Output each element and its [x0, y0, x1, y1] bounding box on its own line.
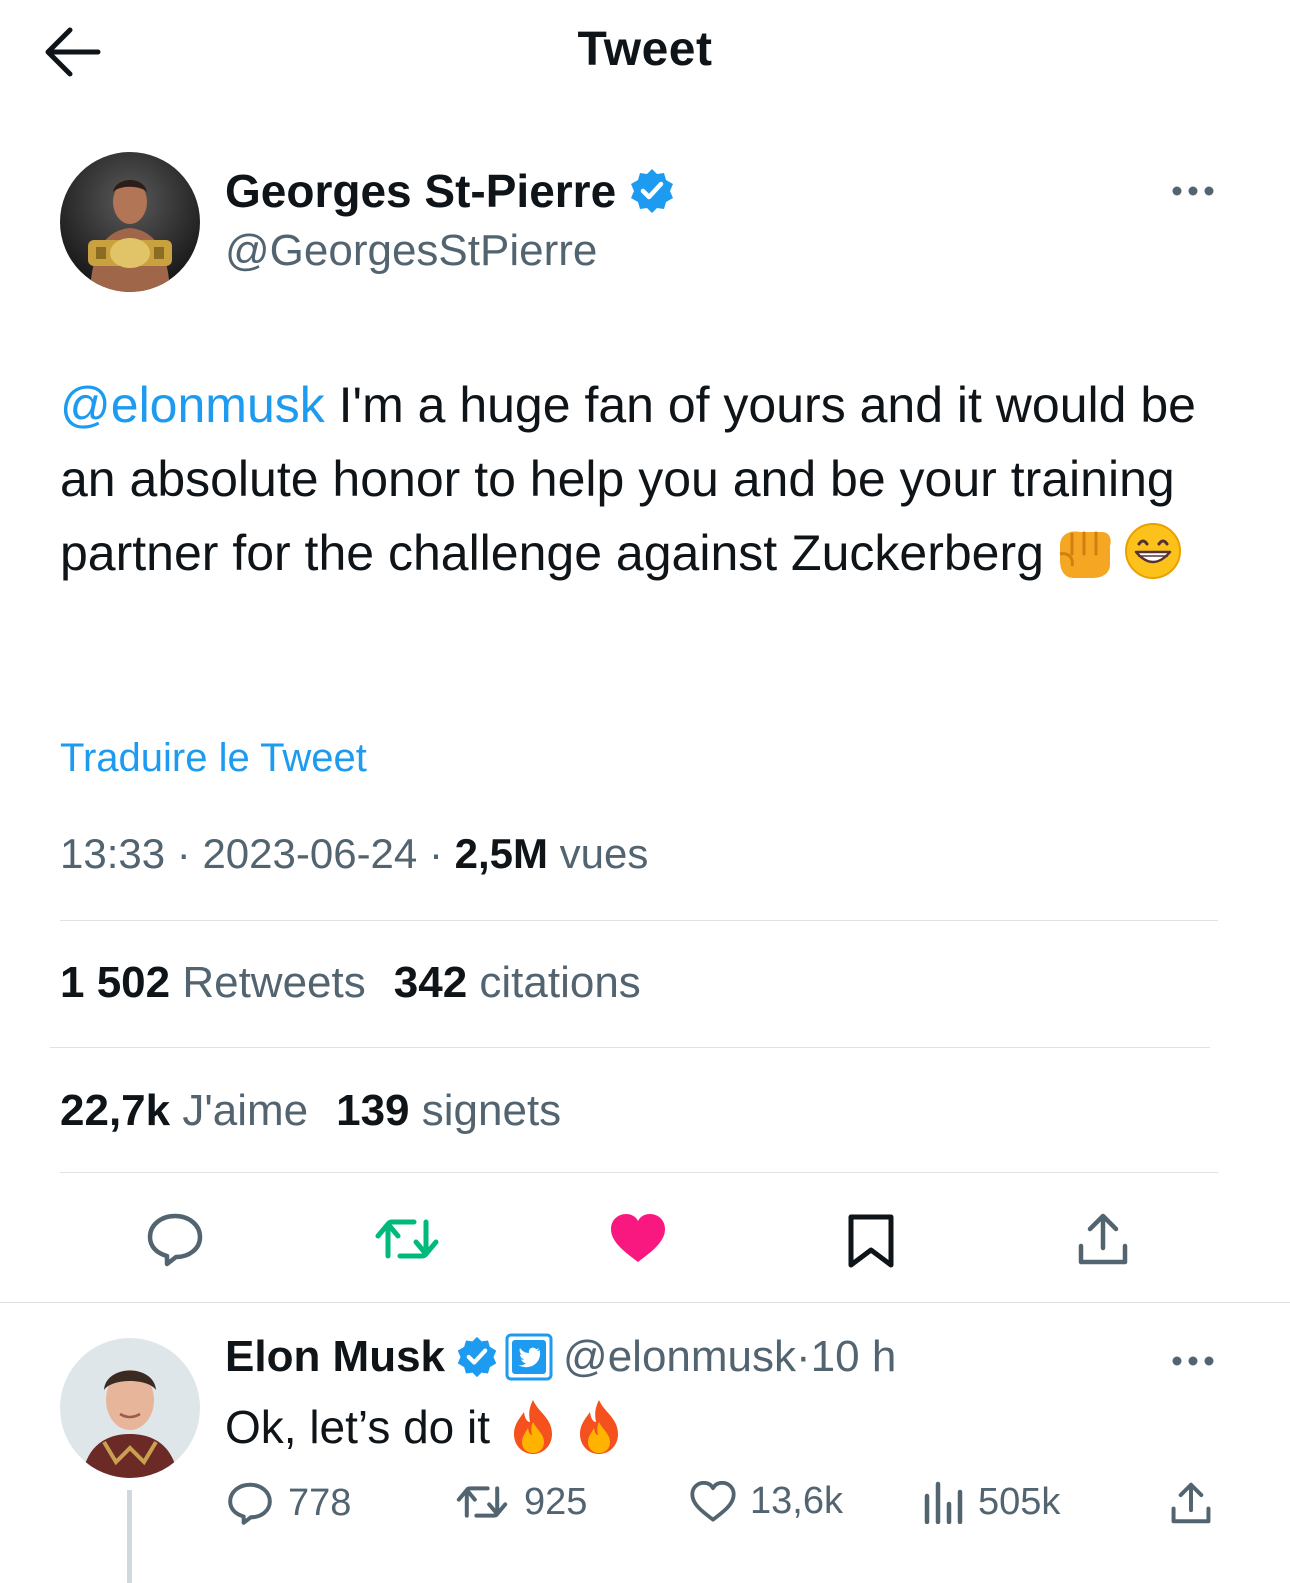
divider	[0, 1302, 1290, 1303]
translate-tweet-link[interactable]: Traduire le Tweet	[60, 736, 367, 781]
author-name: Georges St-Pierre	[225, 165, 617, 217]
reply-button[interactable]	[145, 1210, 205, 1268]
reply-like-button[interactable]: 13,6k	[690, 1480, 843, 1523]
tweet-time: 13:33	[60, 830, 166, 877]
retweets-count: 1 502	[60, 958, 171, 1007]
share-icon	[1171, 1482, 1211, 1524]
meta-separator: ·	[796, 1332, 811, 1381]
reply-replies-count: 778	[288, 1481, 352, 1524]
views-count: 2,5M	[454, 830, 548, 877]
reply-share-button[interactable]	[1168, 1480, 1214, 1526]
likes-stat[interactable]: 22,7k J'aime	[60, 1086, 308, 1136]
reply-avatar[interactable]	[60, 1338, 200, 1478]
reply-icon	[147, 1213, 203, 1267]
meta-separator: ·	[165, 830, 203, 877]
views-chart-icon	[924, 1481, 963, 1524]
fire-emoji	[574, 1398, 624, 1456]
tweet-meta: 13:33 · 2023-06-24 · 2,5M vues	[60, 830, 648, 878]
more-options-button[interactable]	[1168, 176, 1218, 206]
oncoming-fist-emoji	[1054, 524, 1114, 580]
tweet-text: @elonmusk I'm a huge fan of yours and it…	[60, 368, 1230, 590]
quotes-count: 342	[393, 958, 468, 1007]
share-button[interactable]	[1075, 1210, 1131, 1268]
avatar[interactable]	[60, 152, 200, 292]
reply-author-avatar-image	[60, 1338, 200, 1478]
reply-author-handle[interactable]: @elonmusk	[563, 1332, 796, 1382]
stats-row-likes: 22,7k J'aime 139 signets	[60, 1086, 589, 1136]
more-dots-icon	[1172, 186, 1214, 196]
author-handle[interactable]: @GeorgesStPierre	[225, 226, 597, 276]
like-outline-icon	[690, 1480, 736, 1522]
reply-views-count: 505k	[978, 1480, 1061, 1523]
author-avatar-image	[60, 152, 200, 292]
retweets-stat[interactable]: 1 502 Retweets	[60, 958, 366, 1008]
quotes-stat[interactable]: 342 citations	[394, 958, 641, 1008]
reply-likes-count: 13,6k	[750, 1480, 843, 1522]
like-button[interactable]	[608, 1212, 668, 1266]
likes-label: J'aime	[170, 1086, 309, 1135]
retweet-button[interactable]	[372, 1212, 442, 1266]
bookmarks-label: signets	[409, 1086, 562, 1135]
twitter-bird-badge-icon	[505, 1333, 553, 1381]
grinning-face-emoji	[1124, 522, 1182, 580]
author-name-row[interactable]: Georges St-Pierre	[225, 164, 676, 218]
reply-retweet-button[interactable]: 925	[454, 1480, 587, 1524]
page-title: Tweet	[577, 23, 713, 76]
more-dots-icon	[1172, 1356, 1214, 1366]
share-icon	[1078, 1213, 1128, 1265]
verified-badge-icon	[631, 169, 674, 213]
views-label: vues	[547, 830, 649, 877]
retweets-label: Retweets	[170, 958, 366, 1007]
reply-reply-button[interactable]: 778	[226, 1480, 351, 1526]
like-icon	[611, 1214, 665, 1262]
retweet-icon	[375, 1219, 439, 1259]
mention-link[interactable]: @elonmusk	[60, 377, 325, 433]
fire-emoji	[508, 1398, 558, 1456]
quotes-label: citations	[467, 958, 641, 1007]
reply-text: Ok, let’s do it	[225, 1398, 624, 1456]
divider	[60, 920, 1218, 921]
bookmark-icon	[848, 1214, 894, 1268]
reply-time[interactable]: 10 h	[811, 1332, 897, 1382]
retweet-icon	[456, 1486, 508, 1518]
reply-views-button[interactable]: 505k	[922, 1480, 1060, 1524]
verified-badge-icon	[457, 1336, 497, 1378]
bookmarks-stat[interactable]: 139 signets	[336, 1086, 561, 1136]
bookmark-button[interactable]	[846, 1212, 896, 1270]
reply-retweets-count: 925	[524, 1480, 588, 1523]
reply-header: Elon Musk @elonmusk · 10 h	[225, 1332, 896, 1382]
divider	[60, 1172, 1218, 1173]
tweet-date: 2023-06-24	[202, 830, 418, 877]
reply-icon	[228, 1482, 272, 1525]
bookmarks-count: 139	[336, 1086, 410, 1135]
more-options-button[interactable]	[1168, 1346, 1218, 1376]
likes-count: 22,7k	[60, 1086, 171, 1135]
meta-separator: ·	[417, 830, 455, 877]
stats-row-retweets: 1 502 Retweets 342 citations	[60, 958, 669, 1008]
reply-body: Ok, let’s do it	[225, 1401, 491, 1453]
thread-line	[127, 1490, 132, 1583]
divider	[50, 1047, 1210, 1048]
reply-author-name[interactable]: Elon Musk	[225, 1332, 445, 1382]
